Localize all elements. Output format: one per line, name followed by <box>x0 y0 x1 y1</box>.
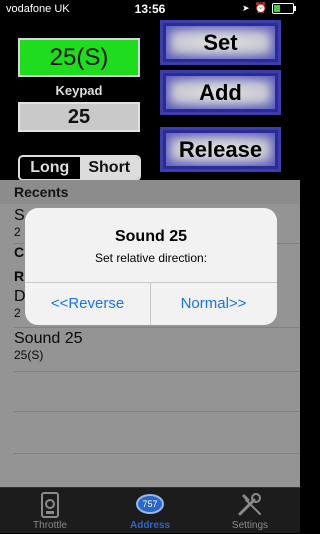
segment-long[interactable]: Long <box>20 157 80 179</box>
tab-label: Address <box>129 520 170 531</box>
keypad-field[interactable]: 25 <box>18 102 140 132</box>
status-bar: vodafone UK 13:56 ➤ ⏰ <box>0 0 300 18</box>
length-segmented-control[interactable]: Long Short <box>18 155 141 181</box>
address-display: 25(S) <box>18 38 140 77</box>
tab-throttle[interactable]: Throttle <box>0 488 100 534</box>
tab-bar: Throttle 757 Address Settings <box>0 487 300 533</box>
address-badge-icon: 757 <box>136 494 164 514</box>
reverse-button[interactable]: <<Reverse <box>25 282 150 325</box>
location-icon: ➤ <box>242 3 250 13</box>
control-panel: 25(S) Keypad 25 Long Short Set Add Relea… <box>0 18 300 181</box>
release-button[interactable]: Release <box>160 127 281 172</box>
set-button[interactable]: Set <box>160 20 281 65</box>
segment-short[interactable]: Short <box>79 157 139 179</box>
battery-icon <box>272 3 296 14</box>
tab-label: Throttle <box>33 520 67 531</box>
tab-settings[interactable]: Settings <box>200 488 300 534</box>
wrench-screwdriver-icon <box>238 493 261 516</box>
direction-alert: Sound 25 Set relative direction: <<Rever… <box>25 208 277 325</box>
tab-label: Settings <box>231 520 269 531</box>
add-button[interactable]: Add <box>160 70 281 115</box>
alarm-icon: ⏰ <box>254 3 267 14</box>
alert-title: Sound 25 <box>114 228 187 245</box>
tab-address[interactable]: 757 Address <box>100 488 200 534</box>
address-badge-text: 757 <box>142 499 158 509</box>
normal-button[interactable]: Normal>> <box>151 282 276 325</box>
throttle-icon <box>41 492 59 518</box>
status-icons: ➤ ⏰ <box>242 3 296 14</box>
keypad-label: Keypad <box>55 83 103 98</box>
alert-message: Set relative direction: <box>94 251 208 265</box>
